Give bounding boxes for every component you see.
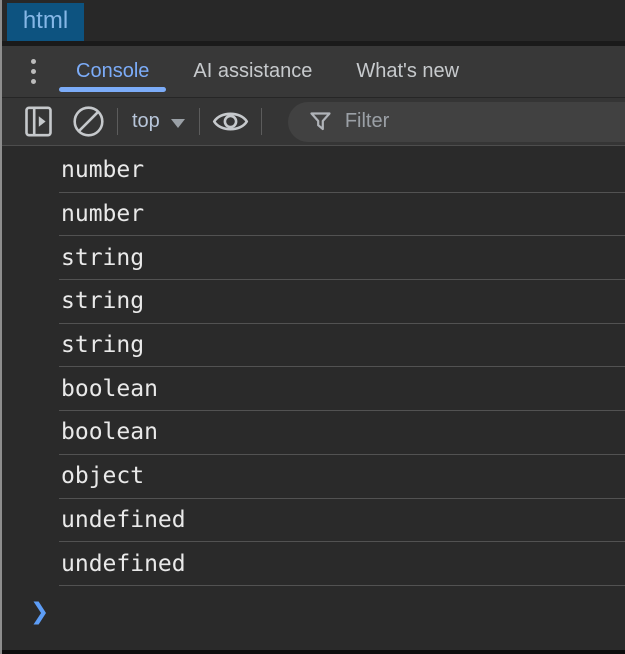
console-messages: number number string string string boole… (2, 146, 625, 630)
prompt-chevron-icon: ❯ (30, 598, 50, 625)
console-message: string (59, 324, 625, 368)
console-message: number (59, 149, 625, 193)
console-message: undefined (59, 499, 625, 543)
javascript-context-selector[interactable]: top (132, 110, 185, 133)
chevron-down-icon (170, 118, 185, 128)
console-toolbar: top (2, 98, 625, 146)
page-tab-html[interactable]: html (7, 3, 84, 41)
tab-whats-new-label: What's new (356, 60, 460, 82)
console-message: boolean (59, 367, 625, 412)
clear-console-button[interactable] (72, 105, 105, 138)
devtools-panel-tabs: Console AI assistance What's new (2, 46, 625, 98)
console-message: object (59, 455, 625, 499)
tab-ai-assistance[interactable]: AI assistance (176, 46, 329, 97)
toolbar-separator (198, 108, 200, 135)
tab-ai-assistance-label: AI assistance (193, 60, 313, 82)
clear-console-icon (73, 106, 104, 137)
console-message: string (59, 236, 625, 281)
page-tab-strip: html (2, 0, 625, 41)
console-sidebar-toggle-button[interactable] (25, 106, 52, 137)
filter-input[interactable] (344, 110, 625, 133)
toolbar-separator (260, 108, 262, 135)
filter-funnel-icon (310, 112, 331, 131)
console-prompt[interactable]: ❯ (2, 594, 625, 630)
console-message: boolean (59, 411, 625, 455)
console-message: string (59, 280, 625, 324)
devtools-window: html Console AI assistance What's new to… (0, 0, 625, 654)
filter-field[interactable] (287, 101, 625, 142)
window-bottom-edge (2, 650, 625, 654)
eye-icon (212, 112, 248, 131)
console-message: undefined (59, 542, 625, 586)
live-expression-button[interactable] (212, 108, 249, 135)
tab-whats-new[interactable]: What's new (339, 46, 476, 97)
console-message: number (59, 193, 625, 237)
console-sidebar-toggle-icon (25, 106, 52, 137)
tab-console-label: Console (76, 60, 150, 82)
kebab-menu-icon[interactable] (23, 46, 43, 97)
toolbar-separator (117, 108, 118, 135)
active-tab-underline (59, 87, 167, 92)
context-selector-label: top (132, 110, 160, 132)
tab-console[interactable]: Console (59, 46, 167, 97)
